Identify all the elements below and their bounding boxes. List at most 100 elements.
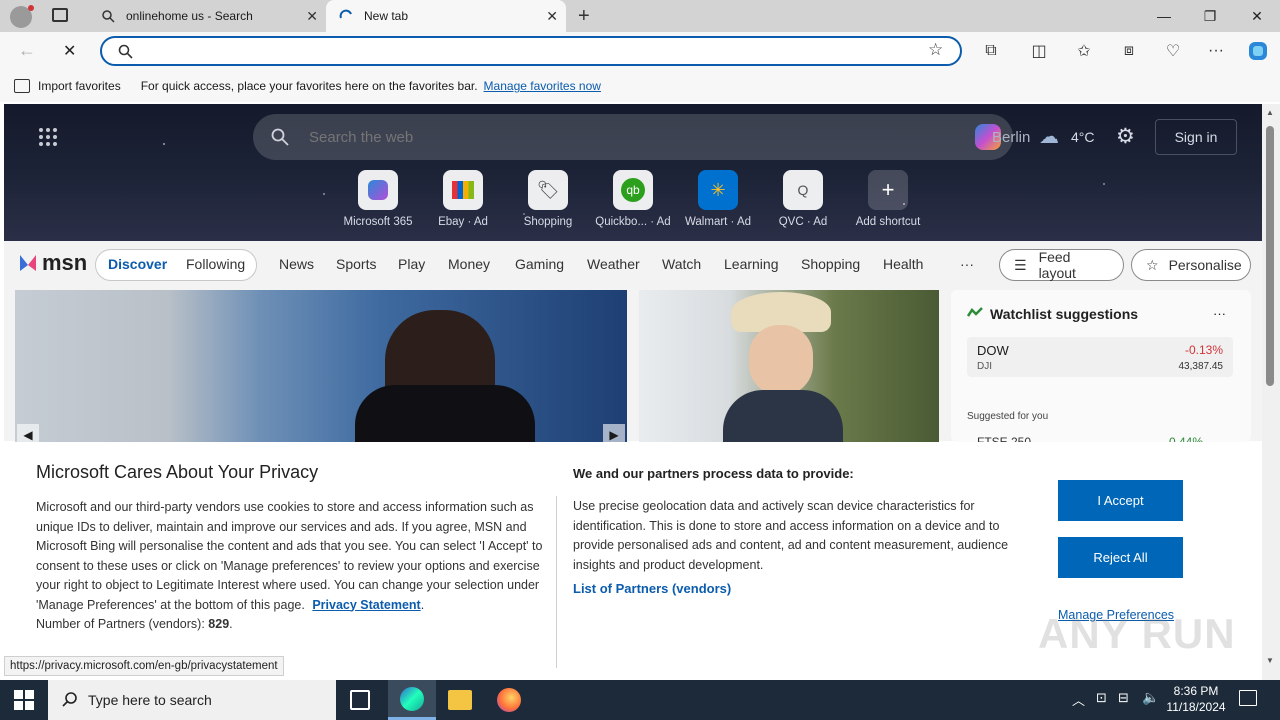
search-icon: [271, 128, 289, 149]
close-window-icon[interactable]: ✕: [1234, 0, 1280, 32]
page-scrollbar[interactable]: ▲ ▼: [1262, 104, 1280, 680]
web-search-box[interactable]: [253, 114, 1013, 160]
start-button[interactable]: [14, 690, 34, 710]
restore-icon[interactable]: ❐: [1187, 0, 1233, 32]
tab-new-tab[interactable]: New tab ✕: [326, 0, 566, 32]
nav-weather[interactable]: Weather: [587, 256, 640, 272]
nav-watch[interactable]: Watch: [662, 256, 701, 272]
favorite-star-icon[interactable]: ☆: [928, 40, 943, 60]
hero-news-image[interactable]: ◀ ▶: [15, 290, 627, 442]
weather-location[interactable]: Berlin: [992, 129, 1030, 146]
feed-layout-button[interactable]: ☰ Feed layout: [999, 249, 1124, 281]
shortcut-microsoft-365[interactable]: Microsoft 365: [338, 170, 418, 228]
nav-news[interactable]: News: [279, 256, 314, 272]
personalise-button[interactable]: ☆ Personalise: [1131, 249, 1251, 281]
collections-icon[interactable]: ⧈: [1117, 40, 1141, 62]
address-bar[interactable]: ☆: [100, 36, 962, 66]
carousel-prev-icon[interactable]: ◀: [17, 424, 39, 442]
nav-play[interactable]: Play: [398, 256, 425, 272]
favorites-bar-message: For quick access, place your favorites h…: [140, 79, 478, 93]
watchlist-title: Watchlist suggestions: [990, 306, 1139, 322]
manage-favorites-link[interactable]: Manage favorites now: [484, 79, 601, 93]
anyrun-watermark: ANY RUN: [1038, 610, 1236, 657]
stock-row[interactable]: DOW DJI -0.13% 43,387.45: [967, 337, 1233, 377]
tab-following[interactable]: Following: [186, 256, 245, 272]
shortcut-add[interactable]: + Add shortcut: [848, 170, 928, 228]
copilot-icon[interactable]: [1246, 40, 1270, 62]
extensions-icon[interactable]: ⧉: [979, 40, 1003, 62]
import-favorites-icon[interactable]: [14, 79, 30, 93]
stock-exchange: DJI: [977, 361, 992, 372]
system-tray-chevron-icon[interactable]: ︿: [1072, 690, 1085, 709]
shortcut-label: Quickbo...: [595, 216, 648, 228]
quickbooks-icon: qb: [613, 170, 653, 210]
nav-health[interactable]: Health: [883, 256, 923, 272]
status-bar-url: https://privacy.microsoft.com/en-gb/priv…: [4, 656, 284, 676]
address-input[interactable]: [142, 42, 902, 60]
web-search-input[interactable]: [309, 127, 949, 147]
taskbar-search-box[interactable]: Type here to search: [48, 680, 336, 720]
nav-shopping[interactable]: Shopping: [801, 256, 860, 272]
task-view-icon[interactable]: [350, 690, 370, 710]
firefox-icon[interactable]: [497, 688, 521, 712]
shortcut-label: Walmart · Ad: [684, 216, 752, 228]
shortcut-quickbooks[interactable]: qb Quickbo... · Ad: [593, 170, 673, 228]
privacy-body-text: Microsoft and our third-party vendors us…: [36, 500, 543, 612]
network-icon[interactable]: ⊡: [1096, 690, 1107, 706]
tab-search[interactable]: onlinehome us - Search ✕: [88, 0, 326, 32]
minimize-icon[interactable]: —: [1141, 0, 1187, 32]
search-icon: [62, 691, 78, 710]
tab-actions-icon[interactable]: [52, 8, 68, 22]
close-tab-icon[interactable]: ✕: [306, 8, 318, 25]
stop-loading-icon[interactable]: ✕: [63, 41, 76, 61]
stock-chart-icon: [966, 306, 983, 321]
nav-gaming[interactable]: Gaming: [515, 256, 564, 272]
nav-money[interactable]: Money: [448, 256, 490, 272]
more-options-icon[interactable]: ···: [1204, 40, 1228, 62]
file-explorer-icon[interactable]: [448, 690, 472, 710]
accept-button[interactable]: I Accept: [1058, 480, 1183, 521]
carousel-next-icon[interactable]: ▶: [603, 424, 625, 442]
temperature[interactable]: 4°C: [1071, 129, 1095, 145]
privacy-consent-dialog: Microsoft Cares About Your Privacy Micro…: [4, 442, 1262, 678]
import-favorites-button[interactable]: Import favorites: [38, 79, 121, 93]
profile-icon[interactable]: [10, 5, 34, 28]
msn-logo[interactable]: msn: [16, 250, 87, 276]
walmart-icon: ✳: [698, 170, 738, 210]
sign-in-button[interactable]: Sign in: [1155, 119, 1237, 155]
settings-gear-icon[interactable]: ⚙: [1116, 124, 1135, 149]
nav-sports[interactable]: Sports: [336, 256, 376, 272]
clock[interactable]: 8:36 PM 11/18/2024: [1166, 683, 1226, 715]
shortcut-label: Microsoft 365: [343, 216, 413, 228]
shortcut-qvc[interactable]: Q QVC · Ad: [763, 170, 843, 228]
back-icon[interactable]: ←: [18, 40, 36, 61]
sign-in-label: Sign in: [1174, 129, 1218, 145]
split-screen-icon[interactable]: ◫: [1027, 40, 1051, 62]
scroll-down-icon[interactable]: ▼: [1266, 656, 1274, 665]
partners-list-link[interactable]: List of Partners (vendors): [573, 579, 731, 599]
watchlist-more-icon[interactable]: ···: [1213, 306, 1226, 321]
close-tab-icon[interactable]: ✕: [546, 8, 558, 25]
ethernet-icon[interactable]: ⊟: [1118, 690, 1129, 706]
scroll-up-icon[interactable]: ▲: [1266, 108, 1274, 117]
notifications-icon[interactable]: [1239, 690, 1257, 706]
browser-essentials-icon[interactable]: ♡: [1161, 40, 1185, 62]
apps-launcher-icon[interactable]: [38, 127, 58, 147]
news-card-image[interactable]: [639, 290, 939, 442]
edge-taskbar-icon[interactable]: [388, 680, 436, 720]
tab-discover[interactable]: Discover: [108, 256, 167, 272]
nav-more-icon[interactable]: ···: [960, 256, 974, 272]
shortcut-shopping[interactable]: 🏷 Shopping: [508, 170, 588, 228]
shortcut-ebay[interactable]: Ebay · Ad: [423, 170, 503, 228]
volume-icon[interactable]: 🔈: [1142, 689, 1159, 706]
reject-all-button[interactable]: Reject All: [1058, 537, 1183, 578]
nav-learning[interactable]: Learning: [724, 256, 779, 272]
favorites-icon[interactable]: ✩: [1072, 40, 1096, 62]
watchlist-card: Watchlist suggestions ··· DOW DJI -0.13%…: [951, 290, 1251, 449]
new-tab-button[interactable]: +: [578, 5, 590, 28]
privacy-statement-link[interactable]: Privacy Statement: [312, 598, 420, 612]
shortcut-walmart[interactable]: ✳ Walmart · Ad: [678, 170, 758, 228]
privacy-body: Microsoft and our third-party vendors us…: [36, 500, 543, 631]
processing-title: We and our partners process data to prov…: [573, 466, 854, 481]
scroll-thumb[interactable]: [1266, 126, 1274, 386]
